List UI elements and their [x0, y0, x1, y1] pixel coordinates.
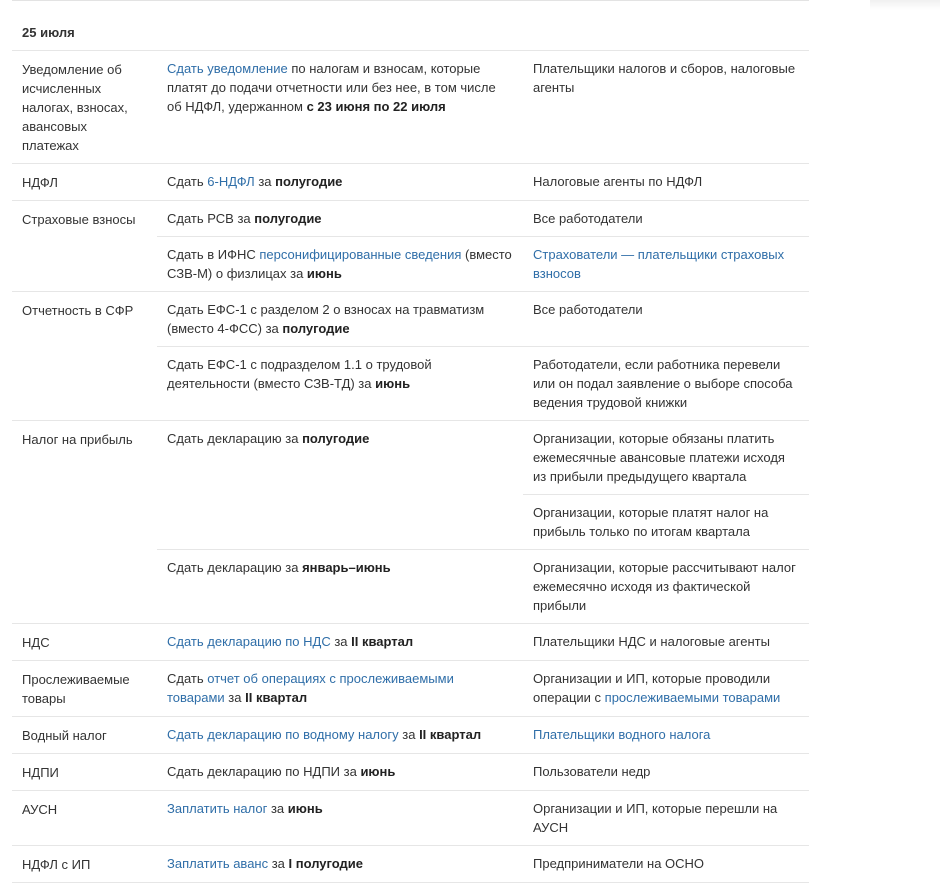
- action-cell: Сдать декларацию по НДС за II квартал: [157, 623, 523, 661]
- action-cell: Сдать РСВ за полугодие: [157, 200, 523, 237]
- period-bold: II квартал: [245, 690, 308, 705]
- table-row: Налог на прибыль Сдать декларацию за пол…: [12, 420, 810, 624]
- payers-cell: Все работодатели: [523, 291, 810, 347]
- date-heading-row: 25 июля: [12, 11, 810, 51]
- table-row: Отчетность в СФР Сдать ЕФС-1 с разделом …: [12, 291, 810, 421]
- category-cell: НДПИ: [12, 753, 157, 791]
- period-bold: июнь: [287, 801, 323, 816]
- vat-declaration-link[interactable]: Сдать декларацию по НДС: [167, 634, 331, 649]
- table-row: НДФЛ с ИП Заплатить аванс за I полугодие…: [12, 845, 810, 883]
- period-bold: полугодие: [282, 321, 350, 336]
- period-bold: июнь: [375, 376, 411, 391]
- payers-cell: Все работодатели: [523, 200, 810, 237]
- action-cell: Сдать декларацию по водному налогу за II…: [157, 716, 523, 754]
- table-row: Страховые взносы Сдать РСВ за полугодие …: [12, 200, 810, 292]
- payers-cell: Организации и ИП, которые перешли на АУС…: [523, 790, 810, 846]
- table-row: НДФЛ Сдать 6-НДФЛ за полугодие Налоговые…: [12, 163, 810, 201]
- action-cell: Сдать уведомление по налогам и взносам, …: [157, 50, 523, 164]
- table-row: АУСН Заплатить налог за июнь Организации…: [12, 790, 810, 846]
- period-bold: полугодие: [254, 211, 322, 226]
- category-cell: Отчетность в СФР: [12, 291, 157, 421]
- action-cell: Сдать ЕФС-1 с разделом 2 о взносах на тр…: [157, 291, 523, 347]
- payers-cell: Плательщики налогов и сборов, налоговые …: [523, 50, 810, 164]
- action-cell: Сдать декларацию по НДПИ за июнь: [157, 753, 523, 791]
- category-cell: Налог на прибыль: [12, 420, 157, 624]
- payers-cell: Работодатели, если работника перевели ил…: [523, 346, 810, 421]
- traceable-goods-link[interactable]: прослеживаемыми товарами: [605, 690, 781, 705]
- category-cell: Водный налог: [12, 716, 157, 754]
- pay-tax-link[interactable]: Заплатить налог: [167, 801, 267, 816]
- table-row: Водный налог Сдать декларацию по водному…: [12, 716, 810, 754]
- category-cell: Прослеживаемые товары: [12, 660, 157, 717]
- period-bold: II квартал: [419, 727, 482, 742]
- action-cell: Сдать декларацию за январь–июнь: [157, 549, 523, 624]
- period-bold: июнь: [306, 266, 342, 281]
- payers-cell: Страхователи — плательщики страховых взн…: [523, 236, 810, 292]
- period-bold: I полугодие: [288, 856, 364, 871]
- period-bold: июнь: [360, 764, 396, 779]
- action-cell: Сдать ЕФС-1 с подразделом 1.1 о трудовой…: [157, 346, 523, 421]
- payers-cell: Пользователи недр: [523, 753, 810, 791]
- 6-ndfl-link[interactable]: 6-НДФЛ: [207, 174, 254, 189]
- category-cell: АУСН: [12, 790, 157, 846]
- water-tax-payers-link[interactable]: Плательщики водного налога: [533, 727, 710, 742]
- insurers-link[interactable]: Страхователи — плательщики страховых взн…: [533, 247, 784, 281]
- payers-cell: Плательщики водного налога: [523, 716, 810, 754]
- payers-cell: Организации и ИП, которые проводили опер…: [523, 660, 810, 717]
- table-row: Прослеживаемые товары Сдать отчет об опе…: [12, 660, 810, 717]
- period-bold: январь–июнь: [302, 560, 391, 575]
- period-bold: полугодие: [302, 431, 370, 446]
- notification-link[interactable]: Сдать уведомление: [167, 61, 288, 76]
- date-heading: 25 июля: [12, 11, 810, 51]
- action-cell: Заплатить налог за июнь: [157, 790, 523, 846]
- table-row: НДС Сдать декларацию по НДС за II кварта…: [12, 623, 810, 661]
- traceable-report-link[interactable]: отчет об операциях с прослеживаемыми тов…: [167, 671, 454, 705]
- action-cell: Сдать 6-НДФЛ за полугодие: [157, 163, 523, 201]
- period-bold: с 23 июня по 22 июля: [306, 99, 446, 114]
- action-cell: Сдать декларацию за полугодие: [157, 420, 523, 550]
- personified-data-link[interactable]: персонифицированные сведения: [259, 247, 461, 262]
- category-cell: НДС: [12, 623, 157, 661]
- period-bold: полугодие: [275, 174, 343, 189]
- table-row: НДПИ Сдать декларацию по НДПИ за июнь По…: [12, 753, 810, 791]
- category-cell: Страховые взносы: [12, 200, 157, 292]
- action-cell: Заплатить аванс за I полугодие: [157, 845, 523, 883]
- category-cell: Уведомление об исчисленных налогах, взно…: [12, 50, 157, 164]
- deadlines-table: 25 июля Уведомление об исчисленных налог…: [12, 11, 810, 883]
- action-cell: Сдать в ИФНС персонифицированные сведени…: [157, 236, 523, 292]
- corner-shadow: [870, 0, 940, 10]
- payers-cell: Организации, которые рассчитывают налог …: [523, 549, 810, 624]
- category-cell: НДФЛ с ИП: [12, 845, 157, 883]
- payers-cell: Организации, которые обязаны платить еже…: [523, 420, 810, 495]
- top-divider: [12, 0, 809, 1]
- water-tax-declaration-link[interactable]: Сдать декларацию по водному налогу: [167, 727, 399, 742]
- category-cell: НДФЛ: [12, 163, 157, 201]
- table-row: Уведомление об исчисленных налогах, взно…: [12, 50, 810, 164]
- pay-advance-link[interactable]: Заплатить аванс: [167, 856, 268, 871]
- period-bold: II квартал: [351, 634, 414, 649]
- payers-cell: Плательщики НДС и налоговые агенты: [523, 623, 810, 661]
- payers-cell: Налоговые агенты по НДФЛ: [523, 163, 810, 201]
- payers-cell: Предприниматели на ОСНО: [523, 845, 810, 883]
- payers-cell: Организации, которые платят налог на при…: [523, 494, 810, 550]
- action-cell: Сдать отчет об операциях с прослеживаемы…: [157, 660, 523, 717]
